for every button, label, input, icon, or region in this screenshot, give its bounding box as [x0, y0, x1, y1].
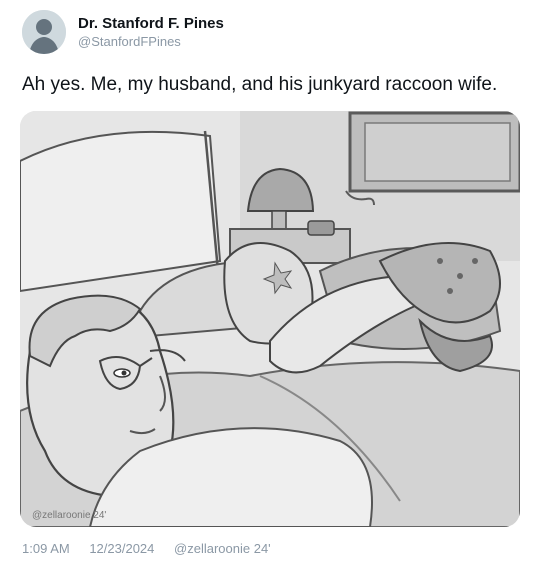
artist-signature: @zellaroonie 24'	[32, 510, 106, 521]
tweet-meta: 1:09 AM 12/23/2024 @zellaroonie 24'	[22, 541, 271, 557]
tweet-credit: @zellaroonie 24'	[174, 541, 271, 556]
author-names: Dr. Stanford F. Pines @StanfordFPines	[78, 15, 224, 50]
avatar[interactable]	[22, 10, 66, 54]
tweet-text: Ah yes. Me, my husband, and his junkyard…	[22, 74, 498, 95]
tweet-header: Dr. Stanford F. Pines @StanfordFPines	[22, 10, 224, 54]
tweet-image[interactable]: @zellaroonie 24'	[20, 111, 520, 527]
default-avatar-icon	[22, 10, 66, 54]
author-handle[interactable]: @StanfordFPines	[78, 34, 224, 50]
tweet-date[interactable]: 12/23/2024	[89, 541, 154, 556]
bed-illustration: @zellaroonie 24'	[20, 111, 520, 527]
tweet-time[interactable]: 1:09 AM	[22, 541, 70, 556]
author-display-name[interactable]: Dr. Stanford F. Pines	[78, 15, 224, 33]
